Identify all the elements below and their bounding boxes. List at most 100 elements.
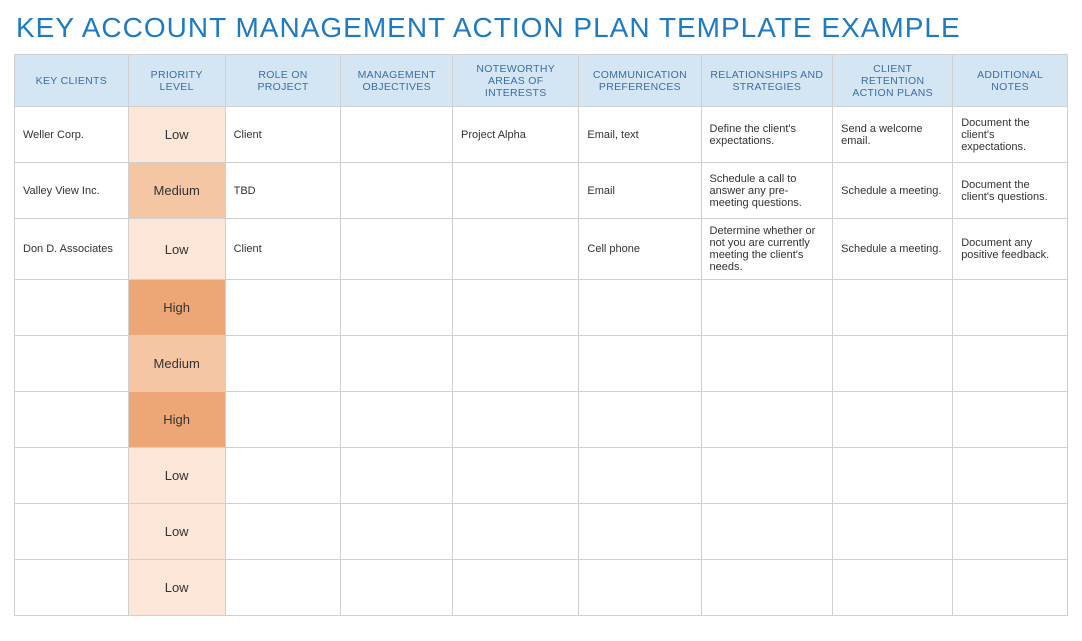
table-row: Low bbox=[15, 560, 1068, 616]
cell-priority[interactable]: Low bbox=[128, 560, 225, 616]
cell-interests[interactable] bbox=[453, 392, 579, 448]
cell-priority[interactable]: Medium bbox=[128, 163, 225, 219]
cell-role[interactable] bbox=[225, 560, 341, 616]
cell-key-clients[interactable] bbox=[15, 392, 129, 448]
cell-communication[interactable] bbox=[579, 448, 701, 504]
cell-retention[interactable]: Schedule a meeting. bbox=[833, 219, 953, 280]
cell-relationships[interactable]: Define the client's expectations. bbox=[701, 107, 833, 163]
cell-retention[interactable]: Schedule a meeting. bbox=[833, 163, 953, 219]
table-row: Medium bbox=[15, 336, 1068, 392]
cell-key-clients[interactable]: Weller Corp. bbox=[15, 107, 129, 163]
cell-retention[interactable]: Send a welcome email. bbox=[833, 107, 953, 163]
cell-role[interactable] bbox=[225, 336, 341, 392]
col-header-role-on-project: ROLE ON PROJECT bbox=[225, 55, 341, 107]
table-row: Low bbox=[15, 448, 1068, 504]
table-row: Don D. AssociatesLowClient Cell phoneDete… bbox=[15, 219, 1068, 280]
cell-relationships[interactable] bbox=[701, 560, 833, 616]
cell-interests[interactable] bbox=[453, 163, 579, 219]
table-row: Valley View Inc.MediumTBDEmailSchedule a… bbox=[15, 163, 1068, 219]
cell-notes[interactable] bbox=[953, 280, 1068, 336]
cell-interests[interactable] bbox=[453, 560, 579, 616]
cell-priority[interactable]: Low bbox=[128, 219, 225, 280]
cell-priority[interactable]: Medium bbox=[128, 336, 225, 392]
cell-relationships[interactable] bbox=[701, 392, 833, 448]
cell-objectives[interactable] bbox=[341, 163, 453, 219]
cell-objectives[interactable] bbox=[341, 219, 453, 280]
cell-objectives[interactable] bbox=[341, 392, 453, 448]
cell-communication[interactable] bbox=[579, 560, 701, 616]
cell-notes[interactable] bbox=[953, 336, 1068, 392]
cell-priority[interactable]: Low bbox=[128, 448, 225, 504]
cell-communication[interactable] bbox=[579, 280, 701, 336]
cell-relationships[interactable] bbox=[701, 280, 833, 336]
cell-notes[interactable] bbox=[953, 392, 1068, 448]
cell-retention[interactable] bbox=[833, 280, 953, 336]
cell-relationships[interactable] bbox=[701, 448, 833, 504]
cell-role[interactable]: TBD bbox=[225, 163, 341, 219]
cell-role[interactable] bbox=[225, 392, 341, 448]
cell-key-clients[interactable] bbox=[15, 504, 129, 560]
cell-interests[interactable] bbox=[453, 280, 579, 336]
col-header-mgmt-objectives: MANAGEMENT OBJECTIVES bbox=[341, 55, 453, 107]
cell-objectives[interactable] bbox=[341, 560, 453, 616]
cell-objectives[interactable] bbox=[341, 280, 453, 336]
cell-role[interactable]: Client bbox=[225, 219, 341, 280]
cell-communication[interactable] bbox=[579, 336, 701, 392]
cell-interests[interactable] bbox=[453, 504, 579, 560]
cell-priority[interactable]: High bbox=[128, 392, 225, 448]
cell-relationships[interactable] bbox=[701, 504, 833, 560]
cell-notes[interactable] bbox=[953, 504, 1068, 560]
cell-key-clients[interactable] bbox=[15, 560, 129, 616]
table-header-row: KEY CLIENTS PRIORITY LEVEL ROLE ON PROJE… bbox=[15, 55, 1068, 107]
cell-notes[interactable]: Document any positive feedback. bbox=[953, 219, 1068, 280]
cell-retention[interactable] bbox=[833, 560, 953, 616]
cell-key-clients[interactable]: Don D. Associates bbox=[15, 219, 129, 280]
table-row: Low bbox=[15, 504, 1068, 560]
cell-objectives[interactable] bbox=[341, 107, 453, 163]
col-header-noteworthy: NOTEWORTHY AREAS OF INTERESTS bbox=[453, 55, 579, 107]
cell-communication[interactable]: Email, text bbox=[579, 107, 701, 163]
cell-role[interactable] bbox=[225, 280, 341, 336]
cell-interests[interactable] bbox=[453, 219, 579, 280]
cell-key-clients[interactable] bbox=[15, 336, 129, 392]
cell-relationships[interactable] bbox=[701, 336, 833, 392]
cell-communication[interactable]: Email bbox=[579, 163, 701, 219]
cell-objectives[interactable] bbox=[341, 504, 453, 560]
cell-objectives[interactable] bbox=[341, 336, 453, 392]
col-header-priority-level: PRIORITY LEVEL bbox=[128, 55, 225, 107]
cell-key-clients[interactable] bbox=[15, 448, 129, 504]
cell-retention[interactable] bbox=[833, 448, 953, 504]
cell-communication[interactable]: Cell phone bbox=[579, 219, 701, 280]
cell-relationships[interactable]: Determine whether or not you are current… bbox=[701, 219, 833, 280]
col-header-retention: CLIENT RETENTION ACTION PLANS bbox=[833, 55, 953, 107]
cell-retention[interactable] bbox=[833, 392, 953, 448]
cell-role[interactable] bbox=[225, 504, 341, 560]
cell-notes[interactable]: Document the client's expectations. bbox=[953, 107, 1068, 163]
cell-notes[interactable] bbox=[953, 448, 1068, 504]
table-row: Weller Corp.LowClient Project AlphaEmail,… bbox=[15, 107, 1068, 163]
page-title: KEY ACCOUNT MANAGEMENT ACTION PLAN TEMPL… bbox=[16, 12, 1068, 44]
cell-interests[interactable] bbox=[453, 448, 579, 504]
cell-interests[interactable] bbox=[453, 336, 579, 392]
cell-key-clients[interactable]: Valley View Inc. bbox=[15, 163, 129, 219]
cell-key-clients[interactable] bbox=[15, 280, 129, 336]
col-header-key-clients: KEY CLIENTS bbox=[15, 55, 129, 107]
cell-role[interactable] bbox=[225, 448, 341, 504]
cell-priority[interactable]: Low bbox=[128, 504, 225, 560]
cell-communication[interactable] bbox=[579, 504, 701, 560]
cell-retention[interactable] bbox=[833, 336, 953, 392]
cell-notes[interactable]: Document the client's questions. bbox=[953, 163, 1068, 219]
table-row: High bbox=[15, 280, 1068, 336]
cell-priority[interactable]: High bbox=[128, 280, 225, 336]
account-plan-table: KEY CLIENTS PRIORITY LEVEL ROLE ON PROJE… bbox=[14, 54, 1068, 616]
cell-interests[interactable]: Project Alpha bbox=[453, 107, 579, 163]
cell-communication[interactable] bbox=[579, 392, 701, 448]
col-header-notes: ADDITIONAL NOTES bbox=[953, 55, 1068, 107]
cell-role[interactable]: Client bbox=[225, 107, 341, 163]
table-row: High bbox=[15, 392, 1068, 448]
cell-objectives[interactable] bbox=[341, 448, 453, 504]
cell-priority[interactable]: Low bbox=[128, 107, 225, 163]
cell-retention[interactable] bbox=[833, 504, 953, 560]
cell-notes[interactable] bbox=[953, 560, 1068, 616]
cell-relationships[interactable]: Schedule a call to answer any pre-meetin… bbox=[701, 163, 833, 219]
